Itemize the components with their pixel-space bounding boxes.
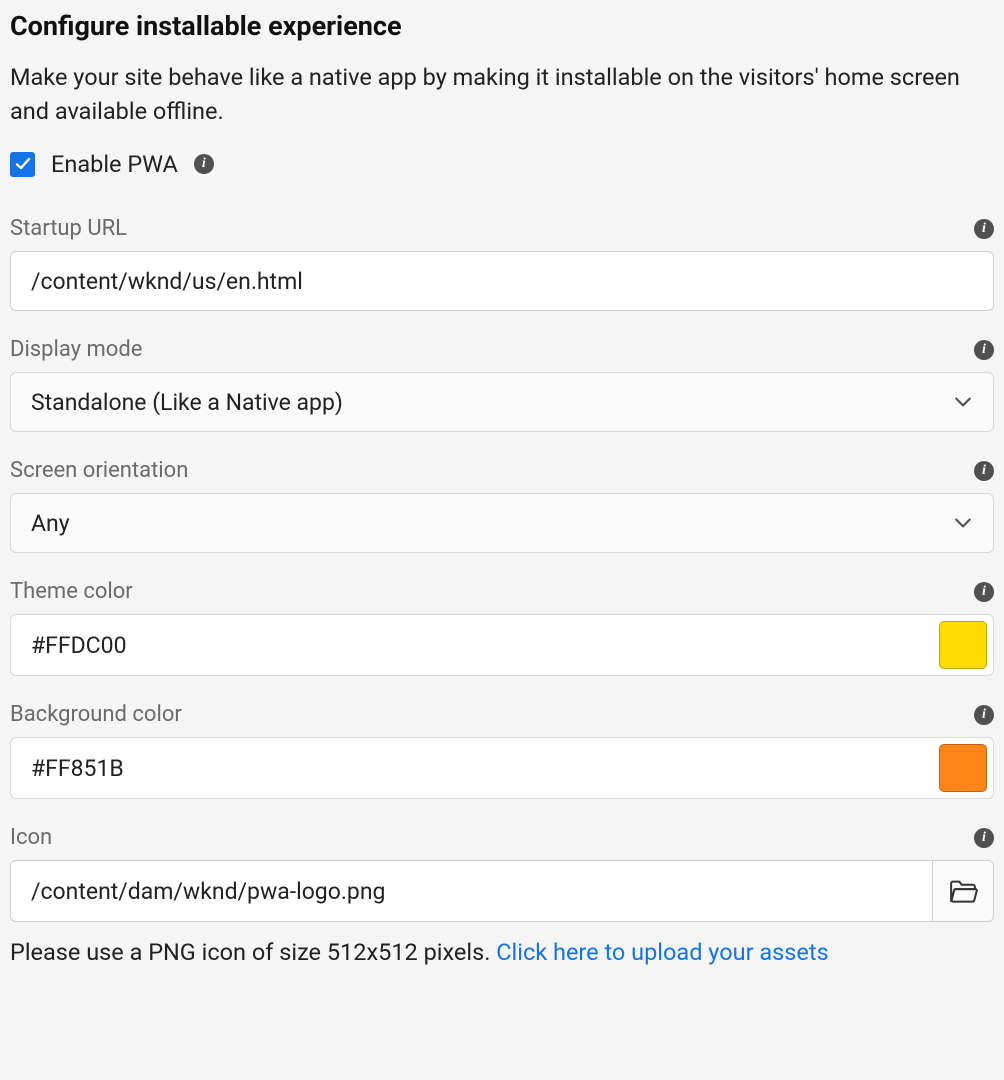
enable-pwa-row: Enable PWA i	[10, 150, 994, 178]
screen-orientation-field: Screen orientation i Any	[10, 458, 994, 553]
screen-orientation-label: Screen orientation	[10, 458, 188, 483]
display-mode-label: Display mode	[10, 337, 142, 362]
enable-pwa-label: Enable PWA	[51, 150, 178, 178]
enable-pwa-checkbox[interactable]	[10, 152, 35, 177]
info-icon[interactable]: i	[974, 219, 994, 239]
info-icon[interactable]: i	[974, 582, 994, 602]
background-color-swatch[interactable]	[939, 744, 987, 792]
info-icon[interactable]: i	[974, 705, 994, 725]
screen-orientation-value: Any	[31, 510, 70, 537]
info-icon[interactable]: i	[974, 461, 994, 481]
page-description: Make your site behave like a native app …	[10, 60, 994, 128]
display-mode-value: Standalone (Like a Native app)	[31, 389, 343, 416]
info-icon[interactable]: i	[974, 340, 994, 360]
startup-url-field: Startup URL i	[10, 216, 994, 311]
page-heading: Configure installable experience	[10, 10, 994, 42]
info-icon[interactable]: i	[974, 828, 994, 848]
icon-field: Icon i	[10, 825, 994, 922]
theme-color-input[interactable]	[31, 632, 929, 659]
display-mode-field: Display mode i Standalone (Like a Native…	[10, 337, 994, 432]
folder-open-icon	[948, 876, 978, 906]
background-color-label: Background color	[10, 702, 182, 727]
theme-color-field: Theme color i	[10, 579, 994, 676]
icon-hint-text: Please use a PNG icon of size 512x512 pi…	[10, 938, 496, 966]
icon-path-input[interactable]	[10, 860, 932, 922]
browse-button[interactable]	[932, 860, 994, 922]
display-mode-select[interactable]: Standalone (Like a Native app)	[10, 372, 994, 432]
info-icon[interactable]: i	[194, 154, 214, 174]
background-color-input[interactable]	[31, 755, 929, 782]
background-color-field: Background color i	[10, 702, 994, 799]
theme-color-label: Theme color	[10, 579, 133, 604]
icon-label: Icon	[10, 825, 52, 850]
checkmark-icon	[15, 156, 31, 172]
startup-url-label: Startup URL	[10, 216, 127, 241]
theme-color-swatch[interactable]	[939, 621, 987, 669]
screen-orientation-select[interactable]: Any	[10, 493, 994, 553]
icon-hint: Please use a PNG icon of size 512x512 pi…	[10, 936, 994, 969]
startup-url-input[interactable]	[10, 251, 994, 311]
upload-assets-link[interactable]: Click here to upload your assets	[496, 938, 828, 966]
